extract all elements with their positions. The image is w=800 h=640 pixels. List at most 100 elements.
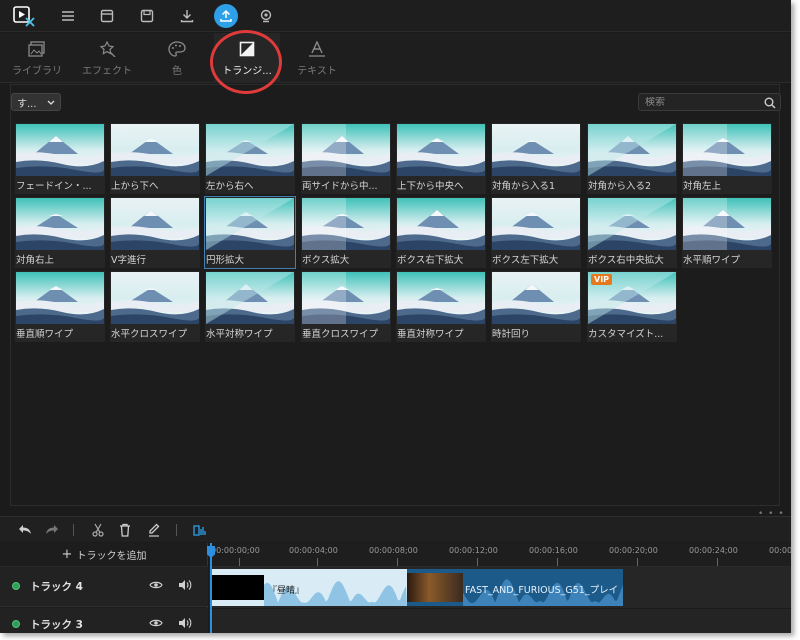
transition-label: 垂直対称ワイプ	[397, 329, 464, 340]
track-lane[interactable]: 『昼晴』 FAST_AND_FURIOUS_G51_プレイ	[209, 567, 791, 608]
webcam-icon[interactable]	[254, 5, 278, 27]
edit-icon[interactable]	[147, 523, 161, 537]
transition-item[interactable]: 対角左上	[682, 123, 772, 194]
chevron-down-icon	[47, 98, 55, 109]
export-icon[interactable]	[214, 4, 238, 28]
tab-effects[interactable]: エフェクト	[74, 33, 140, 83]
transition-label: V字進行	[111, 255, 146, 266]
filter-value: す...	[17, 98, 37, 110]
add-track-button[interactable]: + トラックを追加	[0, 543, 208, 567]
transition-thumbnail	[588, 124, 676, 176]
ruler-tick	[637, 558, 638, 566]
transition-item[interactable]: 水平順ワイプ	[682, 197, 772, 268]
search-input[interactable]	[645, 96, 755, 108]
clip-label: 『昼晴』	[268, 586, 305, 596]
track-lane[interactable]	[209, 609, 791, 633]
transition-item[interactable]: 垂直順ワイプ	[15, 271, 105, 342]
search-icon[interactable]	[764, 97, 776, 112]
transition-thumbnail	[16, 198, 104, 250]
transition-thumbnail	[302, 124, 390, 176]
list-icon[interactable]	[56, 5, 80, 27]
ruler-tick	[397, 558, 398, 566]
eye-icon[interactable]	[149, 618, 163, 631]
transition-label: 上から下へ	[111, 181, 159, 192]
tab-label: エフェクト	[82, 66, 132, 77]
ruler-tick	[477, 558, 478, 566]
transition-item[interactable]: 上下から中央へ	[396, 123, 486, 194]
transition-item[interactable]: 左から右へ	[205, 123, 295, 194]
tab-color[interactable]: 色	[144, 33, 210, 83]
save-icon[interactable]	[135, 5, 159, 27]
import-icon[interactable]	[175, 5, 199, 27]
text-icon	[308, 39, 326, 59]
transition-item[interactable]: 対角から入る2	[587, 123, 677, 194]
transition-item[interactable]: 上から下へ	[110, 123, 200, 194]
tab-library[interactable]: ライブラリ	[4, 33, 70, 83]
transition-item[interactable]: 対角右上	[15, 197, 105, 268]
transition-thumbnail	[302, 198, 390, 250]
transition-item[interactable]: 水平クロスワイプ	[110, 271, 200, 342]
transition-label: ボクス右中央拡大	[588, 255, 664, 266]
video-clip[interactable]: FAST_AND_FURIOUS_G51_プレイ	[407, 569, 623, 606]
transition-label: 水平対称ワイプ	[206, 329, 273, 340]
ruler-label: 00:00:12;00	[449, 546, 498, 555]
split-audio-icon[interactable]	[193, 523, 207, 537]
clip-thumbnail	[212, 575, 264, 600]
undo-icon[interactable]	[18, 523, 32, 537]
transition-item[interactable]: 垂直クロスワイプ	[301, 271, 391, 342]
resize-handle[interactable]: • • •	[758, 509, 785, 519]
ruler-label: 00:00:20;00	[609, 546, 658, 555]
transition-item[interactable]: 時計回り	[491, 271, 581, 342]
transition-item[interactable]: VIP カスタマイズト...	[587, 271, 677, 342]
transition-label: 対角から入る2	[588, 181, 652, 192]
transition-thumbnail	[492, 124, 580, 176]
tab-text[interactable]: テキスト	[284, 33, 350, 83]
transition-item[interactable]: 両サイドから中...	[301, 123, 391, 194]
transition-thumbnail	[492, 272, 580, 324]
track-name: トラック 4	[30, 581, 83, 593]
transition-thumbnail	[492, 198, 580, 250]
transition-item[interactable]: ボクス拡大	[301, 197, 391, 268]
transition-item[interactable]: ボクス右中央拡大	[587, 197, 677, 268]
transition-thumbnail	[302, 272, 390, 324]
transition-item[interactable]: V字進行	[110, 197, 200, 268]
clip-label: FAST_AND_FURIOUS_G51_プレイ	[465, 585, 619, 596]
timeline-ruler[interactable]: 00:00:00;00 00:00:04;00 00:00:08;00 00:00:1…	[209, 543, 791, 567]
transition-thumbnail	[683, 124, 771, 176]
transition-item[interactable]: ボクス左下拡大	[491, 197, 581, 268]
search-box	[638, 93, 781, 111]
speaker-icon[interactable]	[178, 617, 192, 632]
track-status-dot	[12, 620, 20, 628]
cut-icon[interactable]	[91, 523, 105, 537]
transition-item[interactable]: 円形拡大	[204, 196, 296, 269]
category-filter-select[interactable]: す...	[11, 93, 61, 111]
speaker-icon[interactable]	[178, 579, 192, 594]
divider	[176, 524, 177, 536]
eye-icon[interactable]	[149, 580, 163, 593]
transition-label: 左から右へ	[206, 181, 254, 192]
ruler-label: 00:00:08;00	[369, 546, 418, 555]
redo-icon[interactable]	[45, 523, 59, 537]
transition-item[interactable]: 垂直対称ワイプ	[396, 271, 486, 342]
transition-label: ボクス左下拡大	[492, 255, 559, 266]
tab-transitions[interactable]: トランジ...	[214, 33, 280, 83]
transition-thumbnail	[588, 198, 676, 250]
ruler-tick	[317, 558, 318, 566]
ruler-label: 00:00	[769, 546, 791, 555]
transition-item[interactable]: 水平対称ワイプ	[205, 271, 295, 342]
track-status-dot	[12, 582, 20, 590]
transition-label: 円形拡大	[206, 255, 245, 266]
transition-thumbnail	[397, 198, 485, 250]
effects-icon	[98, 39, 116, 59]
new-project-icon[interactable]	[95, 5, 119, 27]
transition-thumbnail	[683, 198, 771, 250]
audio-clip[interactable]: 『昼晴』	[212, 569, 407, 606]
transition-thumbnail	[206, 272, 294, 324]
delete-icon[interactable]	[118, 523, 132, 537]
transition-label: 時計回り	[492, 329, 531, 340]
transition-item[interactable]: ボクス右下拡大	[396, 197, 486, 268]
transition-item[interactable]: フェードイン・...	[15, 123, 105, 194]
transition-item[interactable]: 対角から入る1	[491, 123, 581, 194]
ruler-label: 00:00:04;00	[289, 546, 338, 555]
transition-thumbnail	[111, 198, 199, 250]
